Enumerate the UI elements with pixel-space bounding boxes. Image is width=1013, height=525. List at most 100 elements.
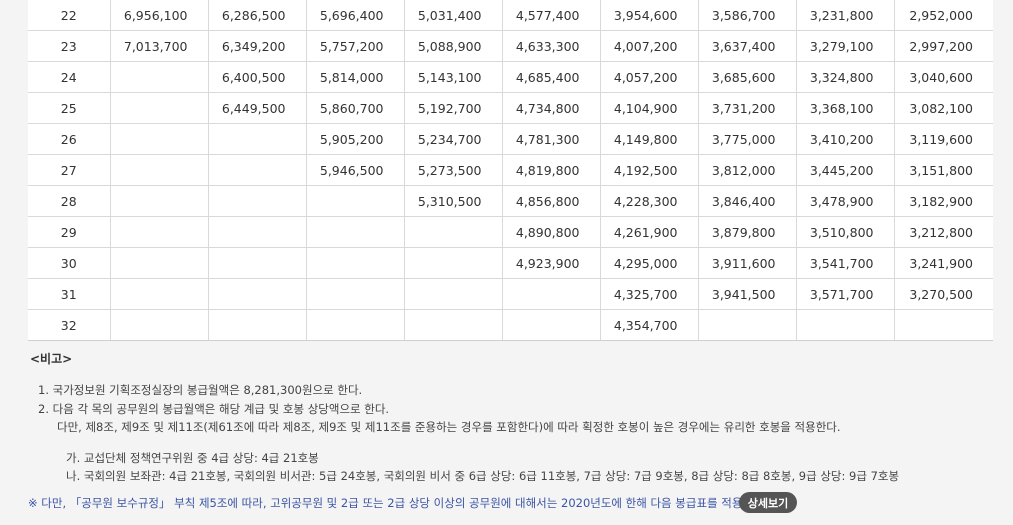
salary-cell: 3,119,600	[894, 123, 993, 155]
salary-cell: 6,400,500	[208, 61, 307, 93]
salary-cell: 2,997,200	[894, 30, 993, 62]
salary-cell: 3,151,800	[894, 154, 993, 186]
salary-cell: 3,571,700	[796, 278, 895, 310]
step-cell: 22	[28, 0, 111, 31]
salary-cell	[502, 278, 601, 310]
step-cell: 26	[28, 123, 111, 155]
salary-cell	[208, 247, 307, 279]
salary-cell	[306, 247, 405, 279]
table-row: 23 7,013,700 6,349,200 5,757,200 5,088,900 4,…	[28, 30, 993, 62]
detail-view-button[interactable]: 상세보기	[739, 492, 797, 513]
salary-cell: 3,241,900	[894, 247, 993, 279]
salary-cell	[894, 309, 993, 341]
salary-cell	[110, 92, 209, 124]
remark-item-ga: 가. 교섭단체 정책연구위원 중 4급 상당: 4급 21호봉	[66, 451, 319, 465]
table-row: 22 6,956,100 6,286,500 5,696,400 5,031,400 4,…	[28, 0, 993, 31]
salary-cell: 3,324,800	[796, 61, 895, 93]
salary-cell	[306, 216, 405, 248]
salary-cell: 5,814,000	[306, 61, 405, 93]
salary-cell: 6,286,500	[208, 0, 307, 31]
salary-cell: 3,941,500	[698, 278, 797, 310]
salary-cell: 3,685,600	[698, 61, 797, 93]
salary-cell: 4,781,300	[502, 123, 601, 155]
salary-cell: 4,890,800	[502, 216, 601, 248]
salary-cell: 3,911,600	[698, 247, 797, 279]
salary-cell: 4,295,000	[600, 247, 699, 279]
table-row: 32 4,354,700	[28, 309, 993, 341]
page: 22 6,956,100 6,286,500 5,696,400 5,031,400 4,…	[0, 0, 1013, 525]
salary-cell: 4,104,900	[600, 92, 699, 124]
salary-cell: 3,040,600	[894, 61, 993, 93]
salary-cell	[110, 278, 209, 310]
table-row: 29 4,890,800 4,261,900 3,879,800 3,510,800 3,…	[28, 216, 993, 248]
salary-cell: 4,325,700	[600, 278, 699, 310]
salary-cell: 4,923,900	[502, 247, 601, 279]
salary-cell: 4,577,400	[502, 0, 601, 31]
salary-cell: 4,354,700	[600, 309, 699, 341]
salary-cell: 4,192,500	[600, 154, 699, 186]
step-cell: 24	[28, 61, 111, 93]
salary-cell: 3,541,700	[796, 247, 895, 279]
salary-cell: 5,192,700	[404, 92, 503, 124]
salary-cell: 3,586,700	[698, 0, 797, 31]
remark-item-2-proviso: 다만, 제8조, 제9조 및 제11조(제61조에 따라 제8조, 제9조 및 …	[57, 420, 841, 434]
salary-cell	[208, 185, 307, 217]
remark-item-1: 1. 국가정보원 기획조정실장의 봉급월액은 8,281,300원으로 한다.	[38, 383, 363, 397]
salary-cell	[208, 123, 307, 155]
salary-cell: 5,860,700	[306, 92, 405, 124]
salary-cell	[502, 309, 601, 341]
salary-cell: 3,510,800	[796, 216, 895, 248]
salary-table: 22 6,956,100 6,286,500 5,696,400 5,031,400 4,…	[28, 0, 993, 341]
salary-cell: 3,368,100	[796, 92, 895, 124]
salary-cell: 3,410,200	[796, 123, 895, 155]
salary-cell: 5,946,500	[306, 154, 405, 186]
salary-cell	[306, 309, 405, 341]
remark-item-2: 2. 다음 각 목의 공무원의 봉급월액은 해당 계급 및 호봉 상당액으로 한…	[38, 402, 390, 416]
salary-cell: 3,879,800	[698, 216, 797, 248]
salary-cell	[208, 154, 307, 186]
salary-cell: 3,812,000	[698, 154, 797, 186]
table-row: 31 4,325,700 3,941,500 3,571,700 3,270,500	[28, 278, 993, 310]
salary-cell	[208, 309, 307, 341]
salary-cell	[208, 216, 307, 248]
salary-cell	[404, 216, 503, 248]
step-cell: 23	[28, 30, 111, 62]
salary-cell: 3,731,200	[698, 92, 797, 124]
salary-cell	[110, 123, 209, 155]
salary-cell	[698, 309, 797, 341]
salary-cell: 5,143,100	[404, 61, 503, 93]
salary-cell: 3,082,100	[894, 92, 993, 124]
salary-cell	[110, 154, 209, 186]
step-cell: 31	[28, 278, 111, 310]
salary-cell: 4,057,200	[600, 61, 699, 93]
salary-cell: 5,234,700	[404, 123, 503, 155]
salary-cell	[208, 278, 307, 310]
salary-cell: 4,856,800	[502, 185, 601, 217]
salary-cell: 5,310,500	[404, 185, 503, 217]
salary-cell: 5,757,200	[306, 30, 405, 62]
salary-cell: 4,149,800	[600, 123, 699, 155]
salary-cell	[306, 185, 405, 217]
step-cell: 27	[28, 154, 111, 186]
salary-cell	[306, 278, 405, 310]
salary-cell: 6,449,500	[208, 92, 307, 124]
table-row: 27 5,946,500 5,273,500 4,819,800 4,192,500 3,…	[28, 154, 993, 186]
salary-cell: 3,182,900	[894, 185, 993, 217]
salary-cell: 2,952,000	[894, 0, 993, 31]
salary-cell: 6,349,200	[208, 30, 307, 62]
salary-cell: 3,212,800	[894, 216, 993, 248]
remark-item-na: 나. 국회의원 보좌관: 4급 21호봉, 국회의원 비서관: 5급 24호봉,…	[66, 469, 900, 483]
salary-cell: 4,228,300	[600, 185, 699, 217]
salary-cell: 5,696,400	[306, 0, 405, 31]
salary-cell: 3,637,400	[698, 30, 797, 62]
salary-cell	[110, 247, 209, 279]
salary-cell: 4,734,800	[502, 92, 601, 124]
salary-cell: 4,007,200	[600, 30, 699, 62]
salary-cell: 4,633,300	[502, 30, 601, 62]
salary-cell: 3,954,600	[600, 0, 699, 31]
salary-cell	[404, 278, 503, 310]
salary-table-container: 22 6,956,100 6,286,500 5,696,400 5,031,400 4,…	[28, 0, 993, 341]
step-cell: 29	[28, 216, 111, 248]
salary-cell: 6,956,100	[110, 0, 209, 31]
salary-cell: 5,088,900	[404, 30, 503, 62]
